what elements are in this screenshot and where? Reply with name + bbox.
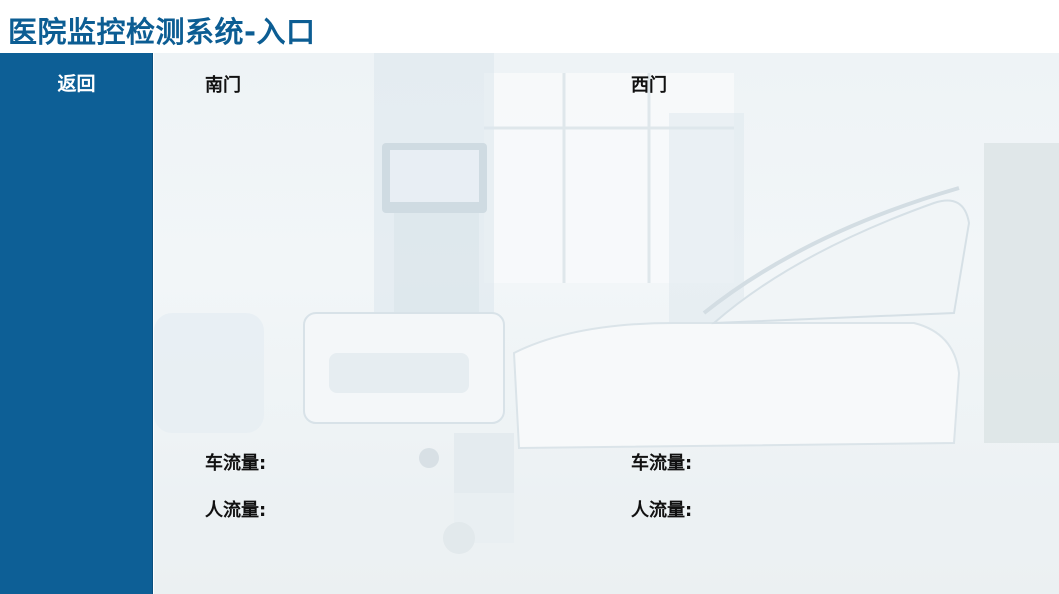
panel-title-west-gate: 西门 — [631, 75, 667, 96]
hospital-ward-background — [154, 53, 1059, 594]
south-people-flow-label: 人流量: — [205, 500, 267, 521]
main-content: 南门 西门 车流量: 人流量: 车流量: 人流量: — [154, 53, 1059, 594]
page-title: 医院监控检测系统-入口 — [8, 15, 316, 49]
back-button[interactable]: 返回 — [0, 69, 153, 96]
header: 医院监控检测系统-入口 — [0, 0, 1059, 53]
west-car-flow-label: 车流量: — [631, 453, 693, 474]
west-people-flow-label: 人流量: — [631, 500, 693, 521]
panel-title-south-gate: 南门 — [205, 75, 241, 96]
south-car-flow-label: 车流量: — [205, 453, 267, 474]
sidebar: 返回 — [0, 53, 153, 594]
